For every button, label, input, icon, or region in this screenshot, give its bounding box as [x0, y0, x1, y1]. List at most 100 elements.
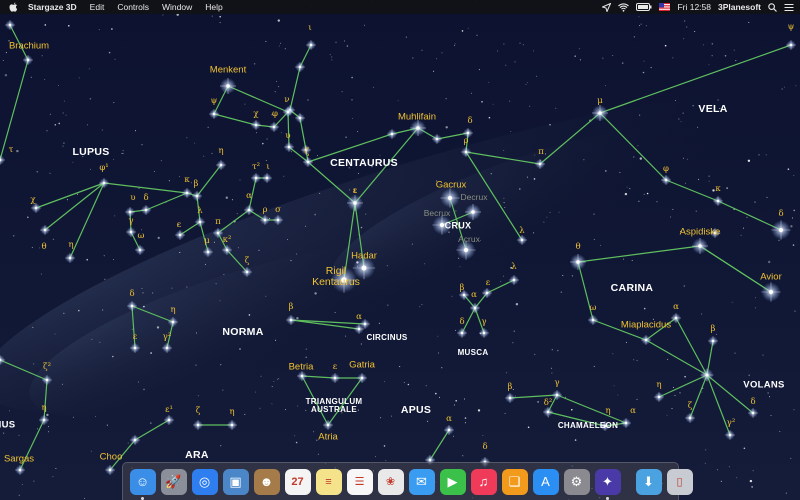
- star-mu4[interactable]: [482, 288, 492, 298]
- star-ch3[interactable]: [543, 407, 553, 417]
- star-lu16[interactable]: [262, 173, 272, 183]
- star-ce14[interactable]: [517, 235, 527, 245]
- reminders-icon[interactable]: ☰: [346, 468, 373, 495]
- star-ce8[interactable]: [347, 195, 363, 211]
- menu-window[interactable]: Window: [162, 2, 192, 12]
- menu-help[interactable]: Help: [205, 2, 222, 12]
- star-lu2[interactable]: [40, 225, 50, 235]
- star-lu20[interactable]: [273, 215, 283, 225]
- star-lu19[interactable]: [260, 215, 270, 225]
- star-ce5[interactable]: [283, 107, 293, 117]
- star-cr3[interactable]: [465, 204, 481, 220]
- star-sc2[interactable]: [39, 415, 49, 425]
- notes-icon[interactable]: ≡: [315, 468, 342, 495]
- star-sco5[interactable]: [301, 145, 311, 155]
- star-ar1[interactable]: [164, 415, 174, 425]
- star-ce2[interactable]: [209, 109, 219, 119]
- clock[interactable]: Fri 12:58: [677, 2, 711, 12]
- star-ce4[interactable]: [269, 122, 279, 132]
- star-ch2[interactable]: [505, 393, 515, 403]
- star-lu14[interactable]: [216, 160, 226, 170]
- star-sco1[interactable]: [306, 40, 316, 50]
- star-ch5[interactable]: [600, 421, 610, 431]
- star-ve4[interactable]: [771, 220, 791, 240]
- star-lu22[interactable]: [242, 267, 252, 277]
- star-ce7[interactable]: [303, 157, 313, 167]
- star-lu10[interactable]: [192, 191, 202, 201]
- star-lu3[interactable]: [65, 253, 75, 263]
- star-ve3[interactable]: [713, 196, 723, 206]
- app-store-icon[interactable]: A: [532, 468, 559, 495]
- star-br[interactable]: [23, 55, 33, 65]
- star-lu15[interactable]: [251, 173, 261, 183]
- location-icon[interactable]: [602, 2, 612, 12]
- star-lu21[interactable]: [222, 245, 232, 255]
- star-ar3[interactable]: [227, 420, 237, 430]
- star-ap1[interactable]: [444, 425, 454, 435]
- star-ci3[interactable]: [360, 319, 370, 329]
- ibooks-icon[interactable]: ❑: [501, 468, 528, 495]
- star-tr2[interactable]: [357, 373, 367, 383]
- star-ar2[interactable]: [193, 420, 203, 430]
- wifi-icon[interactable]: [618, 2, 630, 12]
- star-lu6[interactable]: [141, 205, 151, 215]
- star-ce12[interactable]: [461, 147, 471, 157]
- star-sc3[interactable]: [15, 465, 25, 475]
- star-brb[interactable]: [5, 20, 15, 30]
- star-lu17[interactable]: [244, 205, 254, 215]
- star-ca5[interactable]: [692, 238, 708, 254]
- star-no1[interactable]: [127, 301, 137, 311]
- star-mu5[interactable]: [457, 328, 467, 338]
- star-ar5[interactable]: [105, 465, 115, 475]
- star-vo5[interactable]: [685, 413, 695, 423]
- launchpad-icon[interactable]: 🚀: [160, 468, 187, 495]
- star-vo7[interactable]: [725, 430, 735, 440]
- star-ch4[interactable]: [621, 418, 631, 428]
- star-ve6[interactable]: [710, 228, 720, 238]
- star-ca3[interactable]: [641, 335, 651, 345]
- star-ce1[interactable]: [220, 78, 236, 94]
- star-lu1[interactable]: [99, 178, 109, 188]
- star-ce6[interactable]: [284, 142, 294, 152]
- flag-icon[interactable]: [659, 3, 671, 11]
- star-sco4[interactable]: [295, 113, 305, 123]
- star-ce10[interactable]: [432, 134, 442, 144]
- star-lu12[interactable]: [175, 230, 185, 240]
- star-tr1[interactable]: [297, 371, 307, 381]
- star-vo3[interactable]: [700, 368, 714, 382]
- star-ca2[interactable]: [588, 315, 598, 325]
- star-ce17[interactable]: [387, 129, 397, 139]
- star-mu6[interactable]: [479, 328, 489, 338]
- star-lu5[interactable]: [125, 207, 135, 217]
- star-lu4[interactable]: [31, 203, 41, 213]
- star-ar4[interactable]: [130, 435, 140, 445]
- star-mu3[interactable]: [470, 303, 480, 313]
- star-no2[interactable]: [168, 317, 178, 327]
- finder-icon[interactable]: ☺: [129, 468, 156, 500]
- menu-controls[interactable]: Controls: [117, 2, 149, 12]
- star-ce3[interactable]: [251, 120, 261, 130]
- star-ch1[interactable]: [552, 390, 562, 400]
- star-lu18[interactable]: [213, 228, 223, 238]
- system-preferences-icon[interactable]: ⚙: [563, 468, 590, 495]
- star-lu9[interactable]: [182, 188, 192, 198]
- star-mu2[interactable]: [459, 290, 469, 300]
- star-no4[interactable]: [162, 343, 172, 353]
- star-vo1[interactable]: [671, 313, 681, 323]
- star-ce15[interactable]: [331, 267, 357, 293]
- sky-map[interactable]: [0, 0, 800, 500]
- star-ve2[interactable]: [661, 175, 671, 185]
- star-sco2[interactable]: [295, 62, 305, 72]
- star-cr2[interactable]: [432, 215, 452, 235]
- star-ve5[interactable]: [786, 40, 796, 50]
- star-vo6[interactable]: [748, 408, 758, 418]
- contacts-icon[interactable]: ☻: [253, 468, 280, 495]
- vendor-name[interactable]: 3Planesoft: [718, 2, 761, 12]
- apple-menu-icon[interactable]: [9, 2, 19, 13]
- star-ci1[interactable]: [286, 315, 296, 325]
- star-cr1[interactable]: [440, 188, 460, 208]
- app-menu[interactable]: Stargaze 3D: [28, 2, 77, 12]
- itunes-icon[interactable]: ♫: [470, 468, 497, 495]
- search-icon[interactable]: [768, 2, 777, 12]
- menu-edit[interactable]: Edit: [90, 2, 105, 12]
